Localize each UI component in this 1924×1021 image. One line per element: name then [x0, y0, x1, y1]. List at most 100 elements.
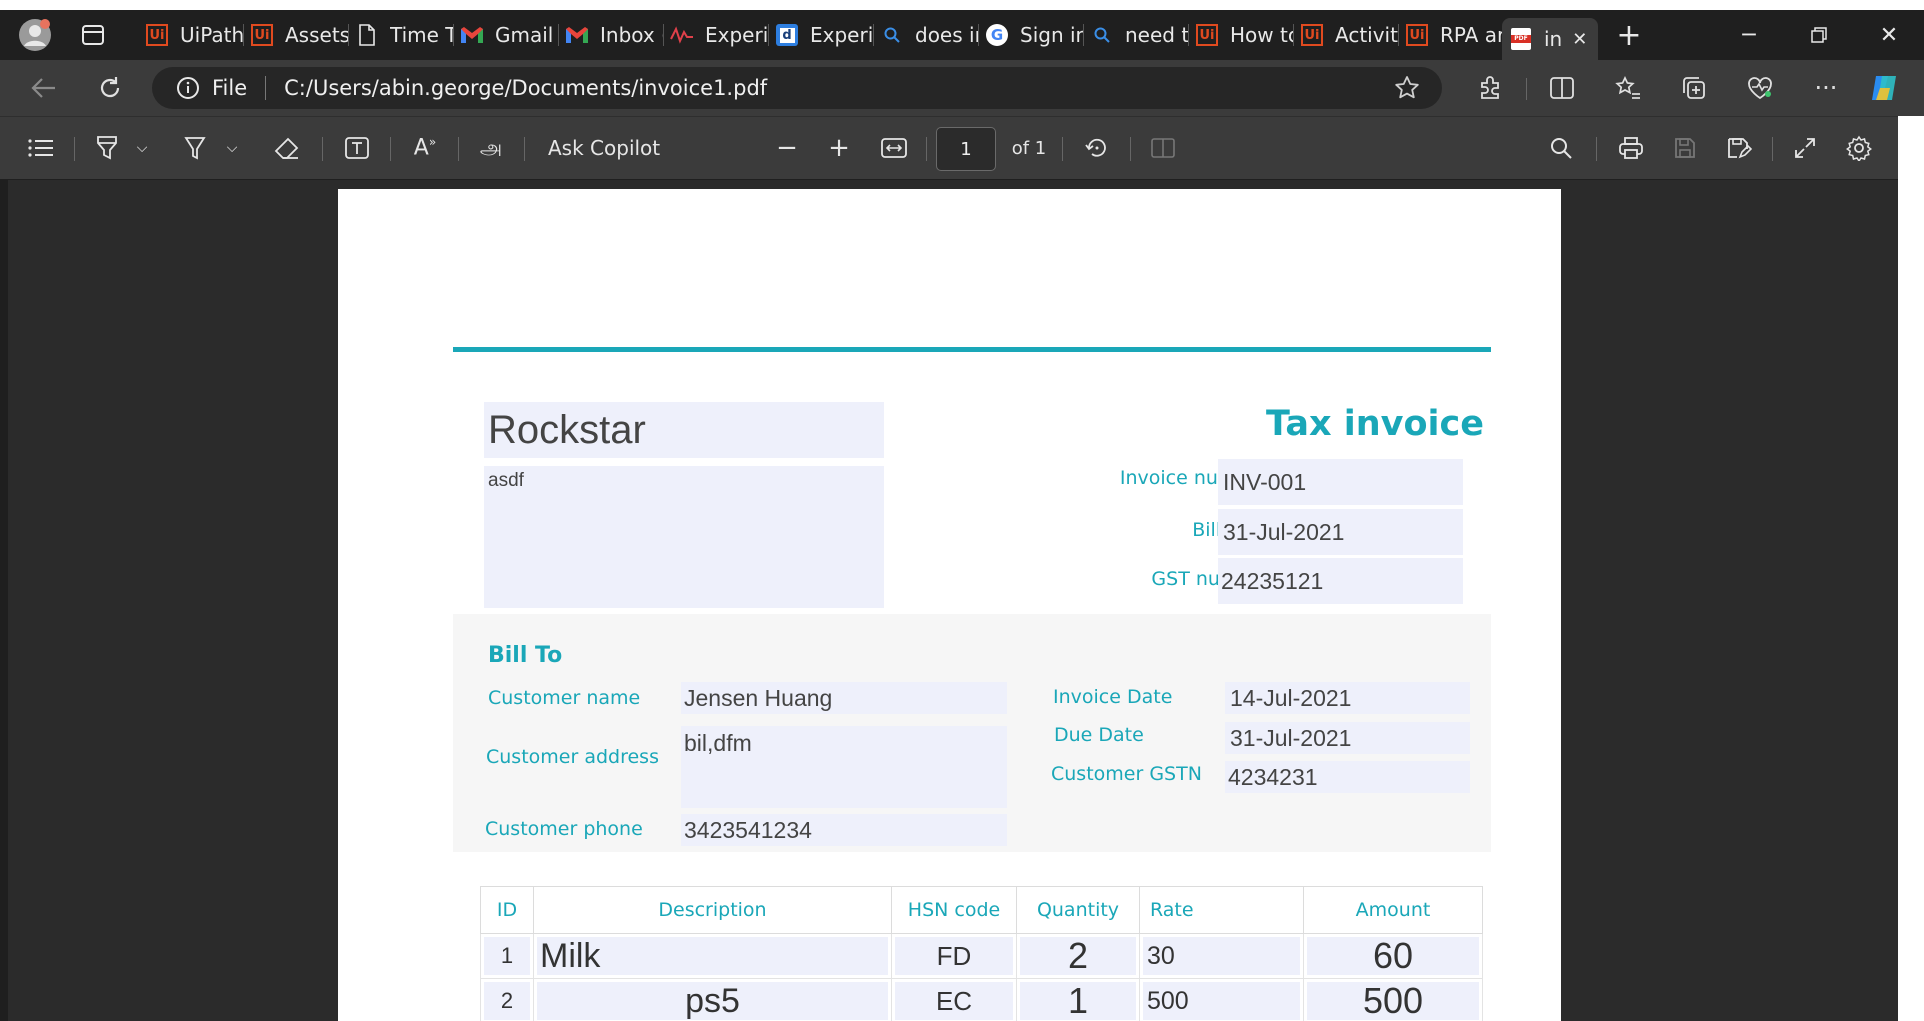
extensions-button[interactable] — [1472, 70, 1508, 106]
gear-icon — [1846, 135, 1872, 161]
restore-button[interactable] — [1794, 18, 1844, 52]
new-tab-button[interactable]: + — [1604, 18, 1654, 53]
add-text-button[interactable] — [340, 131, 374, 165]
split-screen-button[interactable] — [1544, 70, 1580, 106]
customer-gstn-label: Customer GSTN — [1051, 763, 1202, 785]
row-description-field[interactable]: ps5 — [537, 982, 888, 1020]
page-number-input[interactable]: 1 — [936, 127, 996, 171]
row-description-field[interactable]: Milk — [537, 937, 888, 975]
favorite-star-icon[interactable] — [1394, 75, 1420, 101]
tab-4[interactable]: Gmail — [453, 18, 559, 52]
close-tab-icon[interactable]: ✕ — [1572, 29, 1587, 50]
uipath-icon: Ui — [1194, 22, 1220, 48]
tab-11[interactable]: Ui How tc — [1188, 18, 1294, 52]
row-quantity-field[interactable]: 1 — [1020, 980, 1136, 1021]
tab-6[interactable]: Experi — [663, 18, 769, 52]
copilot-button[interactable] — [1866, 70, 1902, 106]
save-as-icon — [1728, 138, 1752, 159]
tab-5[interactable]: Inbox ( — [558, 18, 664, 52]
back-button[interactable] — [26, 70, 62, 106]
viewer-scrollbar[interactable] — [1898, 116, 1924, 1021]
url-text[interactable]: C:/Users/abin.george/Documents/invoice1.… — [284, 76, 767, 100]
company-address-field[interactable]: asdf — [484, 466, 884, 608]
company-name-field[interactable]: Rockstar — [484, 402, 884, 458]
draw-button[interactable] — [178, 131, 212, 165]
info-icon[interactable] — [176, 76, 200, 100]
tab-1[interactable]: Ui UiPath — [138, 18, 244, 52]
tab-9[interactable]: G Sign in — [978, 18, 1084, 52]
customer-address-field[interactable]: bil,dfm — [681, 726, 1007, 808]
erase-button[interactable] — [270, 131, 304, 165]
more-options-button[interactable]: ··· — [1808, 70, 1844, 106]
tab-12[interactable]: Ui Activit — [1293, 18, 1399, 52]
tab-14[interactable]: PDF in ✕ — [1502, 18, 1598, 60]
close-icon: ✕ — [1879, 22, 1899, 48]
favorites-button[interactable] — [1610, 70, 1646, 106]
print-button[interactable] — [1614, 131, 1648, 165]
row-id-field[interactable]: 1 — [484, 937, 530, 975]
row-quantity-field[interactable]: 2 — [1020, 935, 1136, 976]
customer-gstn-field[interactable]: 4234231 — [1225, 761, 1470, 793]
tab-label: Experi — [810, 23, 874, 47]
customer-name-field[interactable]: Jensen Huang — [681, 682, 1007, 714]
draw-options-dropdown[interactable]: ⌵ — [222, 131, 242, 165]
browser-essentials-button[interactable] — [1742, 70, 1778, 106]
invoice-date-field[interactable]: 14-Jul-2021 — [1225, 682, 1470, 714]
browser-window: Ui UiPath Ui Assets Time T Gmail Inbox (Experi… — [0, 10, 1924, 1021]
zoom-out-button[interactable]: − — [770, 131, 804, 165]
tab-10[interactable]: need t — [1083, 18, 1189, 52]
favorites-star-list-icon — [1615, 76, 1640, 99]
rotate-button[interactable] — [1080, 131, 1114, 165]
tab-label: in — [1544, 27, 1563, 51]
tab-7[interactable]: d Experi — [768, 18, 874, 52]
highlight-button[interactable] — [90, 131, 124, 165]
row-amount-field[interactable]: 60 — [1307, 935, 1479, 976]
bill-date-field[interactable]: 31-Jul-2021 — [1218, 509, 1463, 555]
due-date-label: Due Date — [1054, 724, 1144, 746]
close-window-button[interactable]: ✕ — [1864, 18, 1914, 52]
customer-phone-field[interactable]: 3423541234 — [681, 814, 1007, 846]
puzzle-icon — [1481, 76, 1499, 99]
refresh-button[interactable] — [92, 70, 128, 106]
highlight-options-dropdown[interactable]: ⌵ — [132, 131, 152, 165]
expand-icon — [1795, 138, 1815, 158]
zoom-in-button[interactable]: + — [822, 131, 856, 165]
tab-label: UiPath — [180, 23, 244, 47]
translate-button[interactable]: அ — [474, 131, 508, 165]
row-rate-field[interactable]: 500 — [1143, 982, 1300, 1020]
row-amount-field[interactable]: 500 — [1307, 980, 1479, 1021]
tab-label: How tc — [1230, 23, 1294, 47]
read-aloud-button[interactable]: A» — [408, 131, 442, 165]
tab-13[interactable]: Ui RPA ar — [1398, 18, 1504, 52]
uipath-icon: Ui — [249, 22, 275, 48]
row-id-field[interactable]: 2 — [484, 982, 530, 1020]
address-bar[interactable]: File C:/Users/abin.george/Documents/invo… — [152, 67, 1442, 109]
tab-3[interactable]: Time T — [348, 18, 454, 52]
due-date-field[interactable]: 31-Jul-2021 — [1225, 722, 1470, 754]
customer-phone-label: Customer phone — [485, 818, 643, 840]
save-as-button[interactable] — [1722, 131, 1756, 165]
tab-2[interactable]: Ui Assets — [243, 18, 349, 52]
row-hsn-field[interactable]: EC — [895, 982, 1013, 1020]
tab-actions-button[interactable] — [68, 18, 118, 52]
profile-avatar[interactable] — [10, 18, 60, 52]
collections-button[interactable] — [1676, 70, 1712, 106]
gst-number-field[interactable]: 24235121 — [1218, 558, 1463, 604]
fit-to-width-button[interactable] — [876, 131, 912, 165]
gmail-icon — [564, 22, 590, 48]
read-aloud-icon: A» — [413, 135, 437, 161]
uipath-icon: Ui — [144, 22, 170, 48]
ask-copilot-button[interactable]: Ask Copilot — [548, 131, 668, 165]
invoice-number-field[interactable]: INV-001 — [1218, 459, 1463, 505]
row-hsn-field[interactable]: FD — [895, 937, 1013, 975]
tab-8[interactable]: does ir — [873, 18, 979, 52]
plus-icon: + — [828, 133, 850, 163]
row-rate-field[interactable]: 30 — [1143, 937, 1300, 975]
fullscreen-button[interactable] — [1788, 131, 1822, 165]
minimize-button[interactable]: ─ — [1724, 18, 1774, 52]
contents-button[interactable] — [24, 131, 58, 165]
settings-button[interactable] — [1842, 131, 1876, 165]
toolbar-divider — [1772, 137, 1773, 161]
tab-strip: Ui UiPath Ui Assets Time T Gmail Inbox (Experi… — [0, 10, 1924, 60]
find-button[interactable] — [1544, 131, 1578, 165]
